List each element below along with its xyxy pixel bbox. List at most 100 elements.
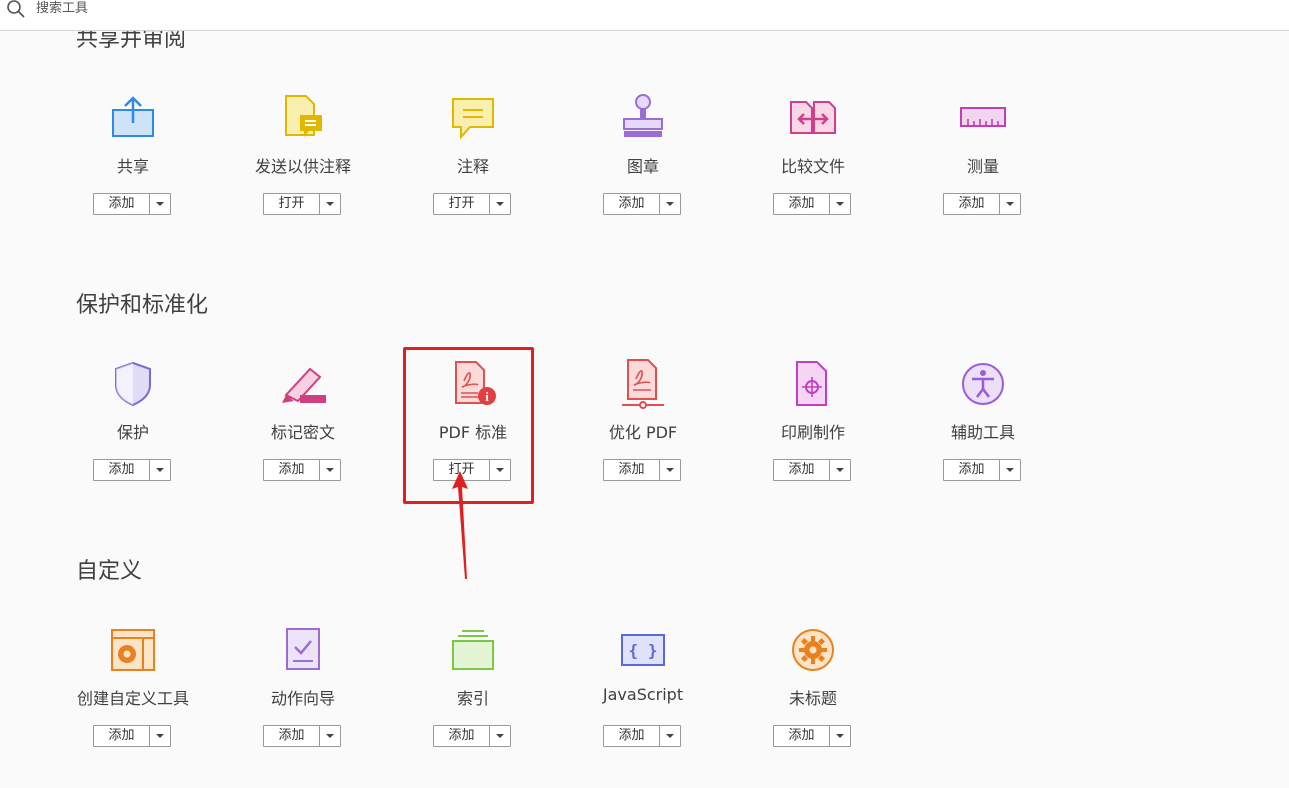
- shield-icon[interactable]: [108, 359, 158, 409]
- dropdown-arrow[interactable]: [660, 726, 680, 746]
- add-button[interactable]: 添加: [604, 194, 659, 214]
- tool-stamp: 图章 添加: [558, 93, 728, 243]
- dropdown-arrow[interactable]: [320, 726, 340, 746]
- dropdown-arrow[interactable]: [150, 726, 170, 746]
- tool-compare-files: 比较文件 添加: [728, 93, 898, 243]
- tool-button: 添加: [433, 725, 511, 747]
- tool-label: 发送以供注释: [254, 157, 351, 176]
- tool-button: 添加: [943, 459, 1021, 481]
- open-button[interactable]: 打开: [264, 194, 319, 214]
- measure-icon[interactable]: [958, 93, 1008, 143]
- tool-button: 添加: [603, 193, 681, 215]
- search-icon: [6, 0, 26, 24]
- add-button[interactable]: 添加: [944, 194, 999, 214]
- add-button[interactable]: 添加: [774, 726, 829, 746]
- accessibility-icon[interactable]: [958, 359, 1008, 409]
- add-button[interactable]: 添加: [944, 460, 999, 480]
- tool-share: 共享 添加: [48, 93, 218, 243]
- add-button[interactable]: 添加: [94, 460, 149, 480]
- tool-button: 打开: [433, 193, 511, 215]
- add-button[interactable]: 添加: [264, 726, 319, 746]
- tool-send-for-comment: 发送以供注释 打开: [218, 93, 388, 243]
- stamp-icon[interactable]: [618, 93, 668, 143]
- comment-icon[interactable]: [448, 93, 498, 143]
- tool-label: 动作向导: [270, 689, 335, 708]
- tool-label: 未标题: [788, 689, 837, 708]
- tool-label: 比较文件: [780, 157, 845, 176]
- action-wizard-icon[interactable]: [278, 625, 328, 675]
- custom-tool-icon[interactable]: [108, 625, 158, 675]
- tool-accessibility: 辅助工具 添加: [898, 359, 1068, 509]
- dropdown-arrow[interactable]: [490, 194, 510, 214]
- share-icon[interactable]: [108, 93, 158, 143]
- tool-measure: 测量 添加: [898, 93, 1068, 243]
- tool-optimize-pdf: 优化 PDF 添加: [558, 359, 728, 509]
- tool-button: 添加: [773, 193, 851, 215]
- tools-panel: 共享并审阅 共享 添加 发送以供注释 打开 注释 打开 图章 添加 比较文件 添…: [0, 31, 1289, 788]
- section-title-protect-standardize: 保护和标准化: [76, 293, 209, 318]
- tool-label: 标记密文: [270, 423, 335, 442]
- tool-label: 印刷制作: [780, 423, 845, 442]
- tool-index: 索引 添加: [388, 625, 558, 775]
- tool-button: 添加: [93, 459, 171, 481]
- index-icon[interactable]: [448, 625, 498, 675]
- dropdown-arrow[interactable]: [660, 194, 680, 214]
- tool-untitled: 未标题 添加: [728, 625, 898, 775]
- add-button[interactable]: 添加: [604, 460, 659, 480]
- dropdown-arrow[interactable]: [150, 194, 170, 214]
- tool-javascript: { } JavaScript 添加: [558, 625, 728, 775]
- tool-label: 图章: [626, 157, 659, 176]
- tool-protect: 保护 添加: [48, 359, 218, 509]
- tool-button: 添加: [263, 459, 341, 481]
- add-button[interactable]: 添加: [264, 460, 319, 480]
- tool-label: JavaScript: [602, 685, 684, 704]
- dropdown-arrow[interactable]: [830, 726, 850, 746]
- tool-button: 添加: [943, 193, 1021, 215]
- svg-text:{ }: { }: [629, 641, 658, 660]
- tool-button: 添加: [603, 725, 681, 747]
- open-button[interactable]: 打开: [434, 194, 489, 214]
- tool-comment: 注释 打开: [388, 93, 558, 243]
- gear-icon[interactable]: [788, 625, 838, 675]
- search-input[interactable]: [36, 0, 436, 16]
- tool-label: 注释: [456, 157, 489, 176]
- dropdown-arrow[interactable]: [830, 460, 850, 480]
- tool-label: 测量: [966, 157, 999, 176]
- dropdown-arrow[interactable]: [320, 460, 340, 480]
- dropdown-arrow[interactable]: [490, 726, 510, 746]
- compare-files-icon[interactable]: [788, 93, 838, 143]
- dropdown-arrow[interactable]: [660, 460, 680, 480]
- section-title-customize: 自定义: [76, 559, 143, 584]
- dropdown-arrow[interactable]: [1000, 460, 1020, 480]
- tool-button: 添加: [93, 193, 171, 215]
- tool-button: 添加: [773, 725, 851, 747]
- dropdown-arrow[interactable]: [1000, 194, 1020, 214]
- tool-print-production: 印刷制作 添加: [728, 359, 898, 509]
- section-title-share-review: 共享并审阅: [76, 31, 187, 52]
- add-button[interactable]: 添加: [94, 194, 149, 214]
- tool-label: 共享: [116, 157, 149, 176]
- send-for-comment-icon[interactable]: [278, 93, 328, 143]
- annotation-arrow: [440, 471, 480, 585]
- add-button[interactable]: 添加: [604, 726, 659, 746]
- tool-redact: 标记密文 添加: [218, 359, 388, 509]
- tool-label: 保护: [116, 423, 149, 442]
- dropdown-arrow[interactable]: [150, 460, 170, 480]
- dropdown-arrow[interactable]: [830, 194, 850, 214]
- tool-button: 添加: [603, 459, 681, 481]
- tool-label: 索引: [456, 689, 489, 708]
- add-button[interactable]: 添加: [94, 726, 149, 746]
- tool-button: 添加: [93, 725, 171, 747]
- add-button[interactable]: 添加: [434, 726, 489, 746]
- search-bar: [0, 0, 1289, 31]
- javascript-icon[interactable]: { }: [618, 625, 668, 675]
- add-button[interactable]: 添加: [774, 194, 829, 214]
- redact-icon[interactable]: [278, 359, 328, 409]
- optimize-pdf-icon[interactable]: [618, 359, 668, 409]
- tool-label: 优化 PDF: [608, 423, 678, 442]
- tool-button: 添加: [263, 725, 341, 747]
- tool-button: 打开: [263, 193, 341, 215]
- dropdown-arrow[interactable]: [320, 194, 340, 214]
- print-production-icon[interactable]: [788, 359, 838, 409]
- add-button[interactable]: 添加: [774, 460, 829, 480]
